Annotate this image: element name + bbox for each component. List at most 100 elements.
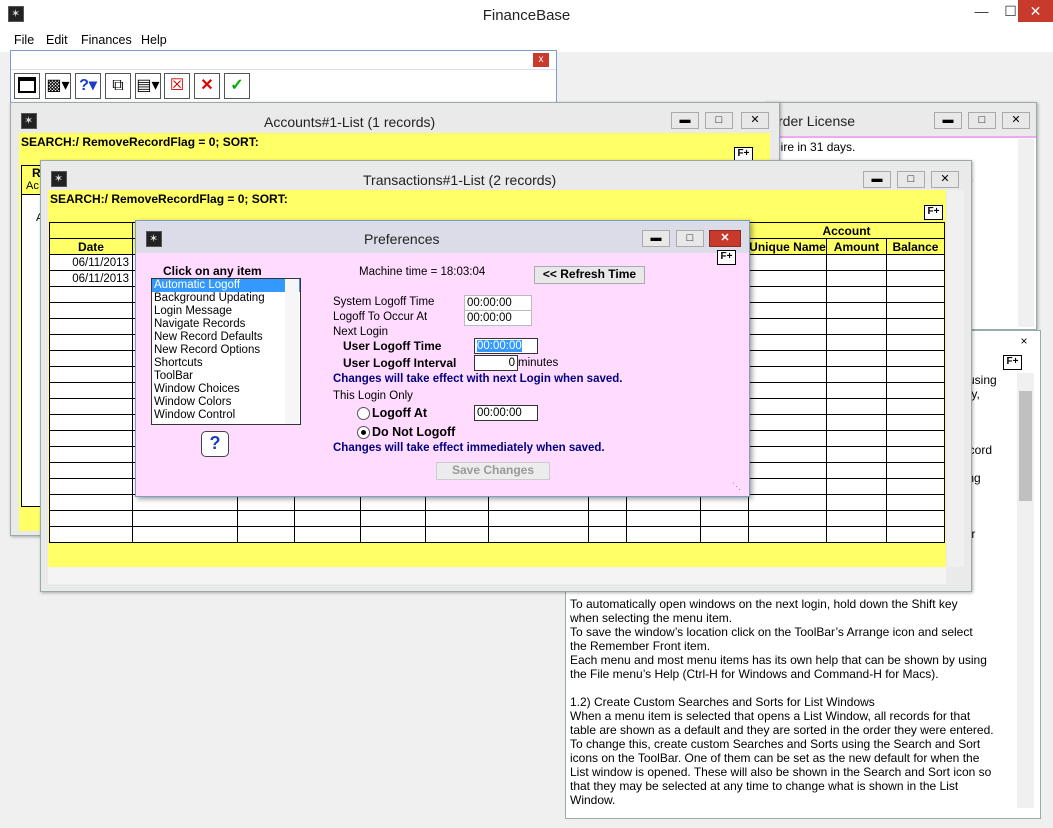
help-line [570,681,994,695]
preferences-icon[interactable] [146,231,162,247]
transactions-search-text: SEARCH:/ RemoveRecordFlag = 0; SORT: [50,192,288,206]
do-not-logoff-radio[interactable] [357,426,370,439]
logoff-to-occur-field: 00:00:00 [464,310,532,326]
list-item[interactable]: Shortcuts [152,357,300,370]
list-item[interactable]: Automatic Logoff [152,279,300,292]
listbox-scrollbar[interactable] [285,279,299,424]
help-line: table are shown as a default and they ar… [570,723,994,737]
save-changes-button[interactable]: Save Changes [436,462,550,480]
menu-file[interactable]: File [14,33,34,47]
help-line: that they may be selected at any time to… [570,779,959,793]
menu-edit[interactable]: Edit [46,33,68,47]
user-logoff-time-field[interactable]: 00:00:00 [474,338,538,354]
table-row[interactable] [49,510,946,527]
transactions-maximize-button[interactable]: □ [897,171,925,188]
date-cell[interactable]: 06/11/2013 [49,270,133,287]
help-line: List window is opened. These will also b… [570,765,992,779]
logoff-to-occur-label: Logoff To Occur At [333,311,428,323]
transactions-minimize-button[interactable]: ▬ [863,171,891,188]
user-logoff-time-value: 00:00:00 [477,340,522,352]
license-close-button[interactable]: ✕ [1002,112,1030,129]
immediate-note: Changes will take effect immediately whe… [333,442,605,454]
print-icon[interactable]: ▩▾ [45,73,71,99]
help-fplus-button[interactable]: F+ [1003,355,1022,370]
transactions-fplus-button[interactable]: F+ [924,205,943,220]
help-line: the Remember Front item. [570,639,711,653]
preferences-fplus-button[interactable]: F+ [717,250,736,265]
column-header-date[interactable]: Date [49,238,133,255]
system-logoff-time-label: System Logoff Time [333,296,435,308]
list-item[interactable]: ToolBar [152,370,300,383]
table-row[interactable] [49,526,946,543]
date-cell[interactable]: 06/11/2013 [49,254,133,271]
preferences-maximize-button[interactable]: □ [676,230,704,247]
app-title: FinanceBase [482,7,571,24]
transactions-horizontal-scrollbar[interactable] [48,567,946,584]
user-logoff-interval-field[interactable]: 0 [474,355,518,371]
license-maximize-button[interactable]: □ [968,112,996,129]
accounts-maximize-button[interactable]: □ [705,112,733,129]
toolbar-window: x ▩▾ ?▾ ⧉ ▤▾ ☒ ✕ ✓ [10,50,557,105]
next-login-note: Changes will take effect with next Login… [333,373,623,385]
menu-help[interactable]: Help [141,33,167,47]
help-scrollbar[interactable] [1017,373,1034,808]
menu-finances[interactable]: Finances [81,33,132,47]
column-header-balance[interactable]: Balance [885,238,946,255]
arrange-icon[interactable]: ⧉ [105,73,131,99]
list-title: Click on any item [163,264,262,278]
help-icon[interactable]: ?▾ [75,73,101,99]
help-line: Window. [570,793,616,807]
help-line: Each menu and most menu items has its ow… [570,653,987,667]
transactions-vertical-scrollbar[interactable] [947,190,964,567]
window-icon[interactable] [14,73,40,99]
toolbar-close-button[interactable]: x [533,53,549,67]
list-item[interactable]: Background Updating [152,292,300,305]
help-close-button[interactable]: × [1016,334,1032,350]
list-item[interactable]: Window Colors [152,396,300,409]
refresh-time-button[interactable]: << Refresh Time [534,266,645,284]
app-titlebar: FinanceBase — ☐ ✕ [0,0,1053,31]
preferences-minimize-button[interactable]: ▬ [642,230,670,247]
list-item[interactable]: New Record Defaults [152,331,300,344]
list-item[interactable]: Window Control [152,409,300,422]
list-icon[interactable]: ▤▾ [135,73,161,99]
this-login-label: This Login Only [333,390,413,402]
logoff-at-field[interactable]: 00:00:00 [474,405,538,421]
preferences-dialog: Preferences ▬ □ ✕ F+ Click on any item A… [135,220,750,497]
column-header-account[interactable]: Account [748,222,945,239]
license-scrollbar[interactable] [1018,139,1034,327]
preferences-title: Preferences [364,231,440,247]
help-button[interactable]: ? [201,431,229,457]
list-item[interactable]: Navigate Records [152,318,300,331]
preferences-listbox[interactable]: Automatic Logoff Background Updating Log… [151,278,301,425]
delete-icon[interactable]: ☒ [164,73,190,99]
transactions-close-button[interactable]: ✕ [931,171,959,188]
accept-icon[interactable]: ✓ [224,73,250,99]
cancel-icon[interactable]: ✕ [194,73,220,99]
help-body: To automatically open windows on the nex… [570,597,994,807]
preferences-close-button[interactable]: ✕ [709,230,741,247]
column-header-unique-name[interactable]: Unique Name [748,238,827,255]
license-minimize-button[interactable]: ▬ [934,112,962,129]
do-not-logoff-label: Do Not Logoff [372,425,456,439]
minutes-label: minutes [518,357,559,369]
list-item[interactable]: Window Choices [152,383,300,396]
accounts-window-icon[interactable] [21,113,37,129]
accounts-header-fragment: Ac [26,180,39,192]
help-line: When a menu item is selected that opens … [570,709,971,723]
help-scrollbar-thumb[interactable] [1019,391,1032,501]
list-item[interactable]: New Record Options [152,344,300,357]
transactions-window-icon[interactable] [51,171,67,187]
help-line: the File menu’s Help (Ctrl-H for Windows… [570,667,939,681]
column-header-amount[interactable]: Amount [825,238,887,255]
close-button[interactable]: ✕ [1018,0,1053,22]
accounts-minimize-button[interactable]: ▬ [671,112,699,129]
help-line: 1.2) Create Custom Searches and Sorts fo… [570,695,875,709]
list-item[interactable]: Login Message [152,305,300,318]
accounts-title: Accounts#1-List (1 records) [264,114,436,130]
accounts-close-button[interactable]: ✕ [741,112,769,129]
logoff-at-radio[interactable] [357,407,370,420]
minimize-button[interactable]: — [967,0,996,22]
next-login-label: Next Login [333,326,388,338]
resize-grip-icon[interactable]: ⋱ [732,481,741,492]
